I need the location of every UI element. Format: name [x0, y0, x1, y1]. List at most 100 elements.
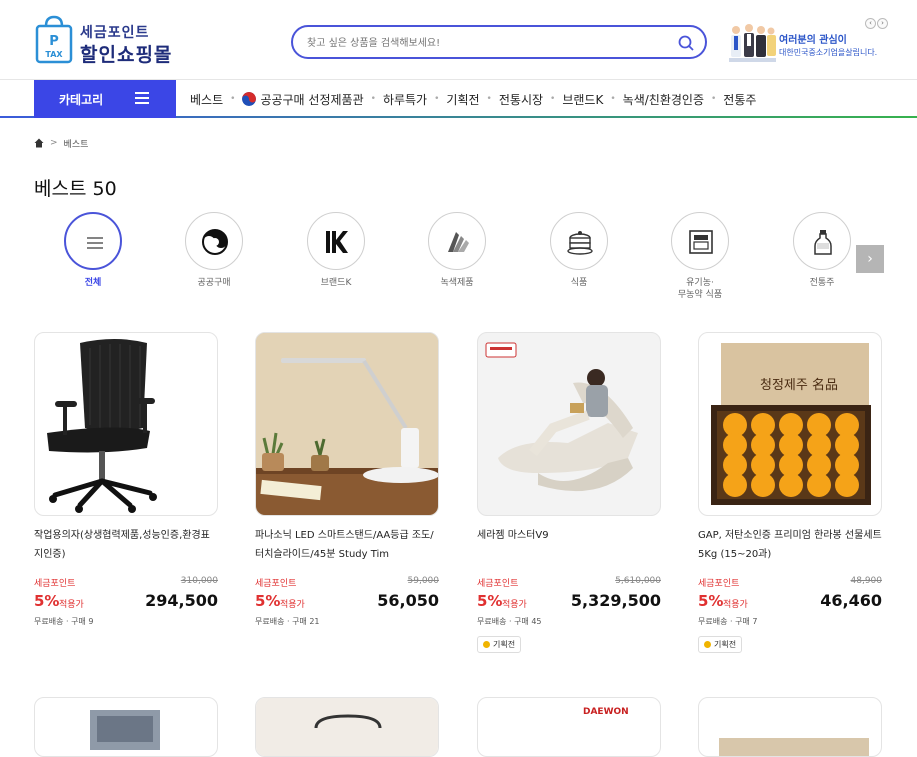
product-name[interactable]: GAP, 저탄소인증 프리미엄 한라봉 선물세트 5Kg (15~20과): [698, 526, 882, 566]
gnb-item-green[interactable]: 녹색/친환경인증: [623, 91, 704, 108]
category-all[interactable]: 전체: [60, 212, 126, 289]
category-organic-label-line1: 유기농·: [686, 278, 714, 288]
page-title: 베스트 50: [34, 178, 117, 200]
product-image-partial: [256, 698, 438, 756]
orange-fruit: [835, 473, 859, 497]
shopping-bag-logo-icon: P TAX: [35, 15, 73, 64]
gnb-separator: •: [550, 94, 556, 104]
search-icon[interactable]: [677, 34, 695, 52]
category-green[interactable]: 녹색제품: [424, 212, 490, 289]
office-chair-image: [47, 339, 157, 513]
promo-next-icon[interactable]: ›: [877, 18, 888, 29]
product-card[interactable]: 파나소닉 LED 스마트스탠드/AA등급 조도/터치슬라이드/45분 Study…: [255, 332, 439, 627]
bottle-icon: [814, 230, 832, 255]
category-food[interactable]: 식품: [546, 212, 612, 289]
discount-percent: 5%: [698, 592, 724, 610]
category-filter: 전체 공공구매 브랜드K 녹색제품 식품 유기농· 무농약 식품 전통주: [60, 212, 890, 312]
product-image[interactable]: 청정제주 名品: [698, 332, 882, 516]
promo-arrows: ‹ ›: [864, 18, 888, 29]
logo-line2: 할인쇼핑몰: [80, 44, 173, 66]
shipping-info: 무료배송 · 구매 7: [698, 617, 758, 626]
product-name[interactable]: 세라젬 마스터V9: [477, 526, 661, 566]
exhibition-badge-label: 기획전: [493, 640, 516, 649]
discount-percent: 5%: [255, 592, 281, 610]
category-brand-k-label: 브랜드K: [320, 278, 352, 288]
product-card-partial[interactable]: DAEWON: [477, 697, 661, 757]
tag-dot-icon: [483, 641, 490, 648]
chevron-right-icon: ›: [867, 251, 873, 267]
category-traditional-liquor[interactable]: 전통주: [789, 212, 855, 289]
shipping-info: 무료배송 · 구매 45: [477, 617, 542, 626]
product-card-partial[interactable]: [698, 697, 882, 757]
shipping-info: 무료배송 · 구매 9: [34, 617, 94, 626]
category-green-label: 녹색제품: [440, 278, 474, 288]
category-brand-k[interactable]: 브랜드K: [303, 212, 369, 289]
tax-point-label: 세금포인트: [698, 579, 740, 589]
gnb-item-best[interactable]: 베스트: [190, 91, 223, 108]
category-next-button[interactable]: ›: [856, 245, 884, 273]
logo[interactable]: P TAX 세금포인트 할인쇼핑몰: [34, 12, 194, 66]
product-image[interactable]: [34, 332, 218, 516]
original-price: 310,000: [180, 576, 218, 586]
taegeuk-icon: [202, 229, 228, 255]
green-leaf-icon: [448, 232, 469, 252]
gnb-item-public-purchase[interactable]: 공공구매 선정제품관: [242, 91, 364, 108]
category-organic-label: 유기농· 무농약 식품: [667, 277, 733, 301]
logo-bag-p: P: [49, 34, 59, 49]
product-image[interactable]: [477, 332, 661, 516]
gnb-separator: •: [486, 94, 492, 104]
promo-banner[interactable]: 여러분의 관심이 대한민국중소기업을살립니다. ‹ ›: [725, 18, 890, 68]
logo-bag-tax: TAX: [45, 50, 63, 59]
header: P TAX 세금포인트 할인쇼핑몰 여러분의 관심이 대한민국중소기업을살립니다…: [0, 0, 917, 80]
exhibition-badge[interactable]: 기획전: [698, 636, 743, 653]
home-icon[interactable]: [34, 138, 44, 148]
exhibition-badge[interactable]: 기획전: [477, 636, 522, 653]
category-public-purchase[interactable]: 공공구매: [181, 212, 247, 289]
category-organic[interactable]: 유기농· 무농약 식품: [667, 212, 733, 301]
product-image-partial: [90, 710, 160, 750]
organic-box-icon: [689, 230, 713, 254]
gnb-item-traditional-liquor[interactable]: 전통주: [723, 91, 756, 108]
product-name[interactable]: 파나소닉 LED 스마트스탠드/AA등급 조도/터치슬라이드/45분 Study…: [255, 526, 439, 566]
gnb-item-brand-k[interactable]: 브랜드K: [562, 91, 603, 108]
orange-fruit: [723, 473, 747, 497]
menu-icon: [87, 237, 103, 249]
applied-price-label: 적용가: [280, 600, 305, 610]
massage-bed-image: [485, 342, 638, 492]
gnb-separator: •: [610, 94, 616, 104]
gnb-item-traditional-market[interactable]: 전통시장: [499, 91, 543, 108]
category-public-purchase-label: 공공구매: [197, 278, 231, 288]
search-input[interactable]: [307, 34, 667, 52]
product-card[interactable]: 청정제주 名品 GAP, 저탄소인증 프리미엄 한라봉 선물세트 5Kg (15…: [698, 332, 882, 653]
tax-point-label: 세금포인트: [255, 579, 297, 589]
promo-prev-icon[interactable]: ‹: [865, 18, 876, 29]
product-name[interactable]: 작업용의자(상생협력제품,성능인증,환경표지인증): [34, 526, 218, 566]
gnb-item-daily-deal[interactable]: 하루특가: [383, 91, 427, 108]
product-card-partial[interactable]: [34, 697, 218, 757]
original-price: 59,000: [407, 576, 440, 586]
tax-point-label: 세금포인트: [477, 579, 519, 589]
breadcrumb-current[interactable]: 베스트: [64, 137, 89, 150]
led-desk-lamp-image: [256, 333, 438, 515]
category-organic-label-line2: 무농약 식품: [677, 290, 723, 300]
applied-price-label: 적용가: [59, 600, 84, 610]
discount-percent: 5%: [477, 592, 503, 610]
product-card[interactable]: 작업용의자(상생협력제품,성능인증,환경표지인증) 세금포인트 310,000 5…: [34, 332, 218, 627]
taegeuk-flag-icon: [242, 92, 257, 106]
gnb-item-exhibition[interactable]: 기획전: [446, 91, 479, 108]
gnb-item-public-purchase-label: 공공구매 선정제품관: [260, 92, 364, 107]
category-menu-button[interactable]: 카테고리: [34, 80, 176, 118]
promo-line2: 대한민국중소기업을살립니다.: [779, 48, 878, 57]
gnb-separator: •: [434, 94, 440, 104]
product-image-partial: DAEWON: [583, 707, 629, 717]
brand-k-icon: [326, 231, 348, 253]
product-card-partial[interactable]: [255, 697, 439, 757]
product-image[interactable]: [255, 332, 439, 516]
sale-price: 56,050: [377, 591, 439, 610]
product-card[interactable]: 세라젬 마스터V9 세금포인트 5,610,000 5% 적용가 5,329,500 …: [477, 332, 661, 653]
gnb-separator: •: [230, 94, 236, 104]
hallabong-gift-box-image: 청정제주 名品: [711, 343, 871, 505]
search-box: [291, 25, 707, 59]
tag-dot-icon: [704, 641, 711, 648]
shipping-info: 무료배송 · 구매 21: [255, 617, 320, 626]
